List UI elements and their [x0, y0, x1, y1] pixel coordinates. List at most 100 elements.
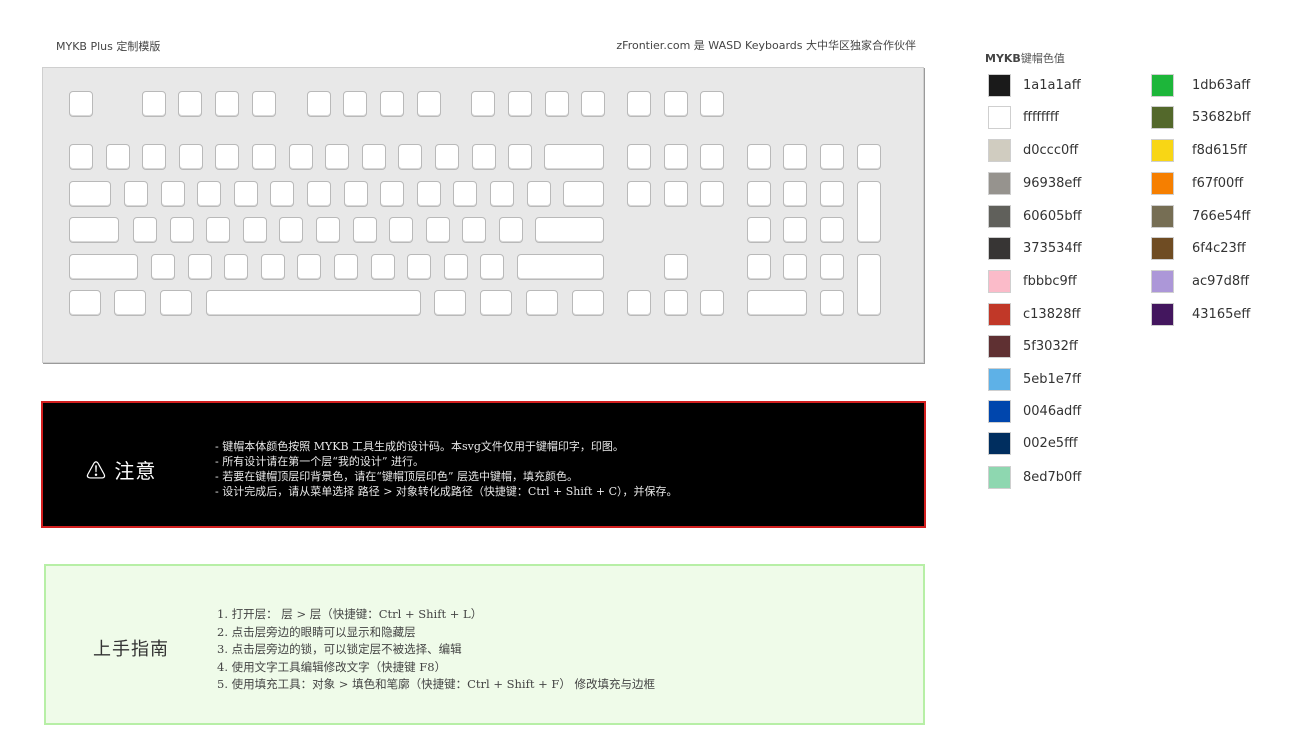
keycap	[435, 144, 459, 170]
keycap	[142, 144, 167, 170]
color-swatch	[1151, 303, 1174, 326]
color-swatch	[988, 106, 1011, 129]
guide-line: 2. 点击层旁边的眼睛可以显示和隐藏层	[217, 624, 416, 639]
keycap	[747, 290, 807, 316]
keycap	[252, 144, 276, 170]
color-swatch	[1151, 270, 1174, 293]
keycap	[545, 91, 569, 117]
keycap	[307, 181, 331, 207]
color-value-label: 43165eff	[1192, 307, 1251, 322]
keycap	[260, 254, 285, 280]
keycap	[857, 144, 881, 170]
color-value-label: ffffffff	[1023, 110, 1059, 125]
keycap	[316, 217, 340, 243]
keycap	[69, 254, 138, 280]
color-value-label: 373534ff	[1023, 241, 1082, 256]
keycap	[820, 144, 844, 170]
keycap	[471, 144, 496, 170]
keycap	[535, 217, 604, 243]
notice-line: - 若要在键帽顶层印背景色，请在“键帽顶层印色” 层选中键帽，填充颜色。	[215, 470, 578, 483]
keycap	[361, 144, 386, 170]
keycap	[215, 144, 240, 170]
color-value-label: fbbbc9ff	[1023, 274, 1077, 289]
keycap	[700, 144, 724, 170]
color-swatch	[988, 303, 1011, 326]
keycap	[352, 217, 377, 243]
color-value-label: 766e54ff	[1192, 209, 1251, 224]
keycap	[69, 91, 93, 117]
keycap	[499, 217, 523, 243]
keycap	[783, 181, 807, 207]
keycap	[151, 254, 175, 280]
guide-line: 1. 打开层： 层 > 层（快捷键：Ctrl + Shift + L）	[217, 607, 483, 621]
color-value-label: 6f4c23ff	[1192, 241, 1246, 256]
keycap	[783, 144, 807, 170]
keycap	[820, 254, 844, 280]
color-swatch	[988, 270, 1011, 293]
keycap	[700, 290, 724, 316]
color-value-label: 5f3032ff	[1023, 339, 1078, 354]
keycap	[627, 181, 651, 207]
keycap	[820, 217, 844, 243]
keycap	[343, 181, 368, 207]
keycap	[700, 181, 724, 207]
keycap	[462, 217, 487, 243]
guide-title: 上手指南	[93, 639, 169, 660]
keycap	[471, 91, 495, 117]
keycap	[627, 91, 651, 117]
keycap	[370, 254, 395, 280]
notice-line: - 所有设计请在第一个层“我的设计” 进行。	[215, 455, 424, 468]
keycap	[169, 217, 194, 243]
color-value-label: f67f00ff	[1192, 176, 1244, 191]
keyboard-template	[42, 67, 924, 363]
keycap	[252, 91, 276, 117]
guide-lines: 1. 打开层： 层 > 层（快捷键：Ctrl + Shift + L） 2. 点…	[217, 606, 655, 694]
palette-title-text: 键帽色值	[1020, 52, 1065, 65]
keycap	[160, 290, 192, 316]
keycap	[69, 290, 101, 316]
keycap	[197, 181, 222, 207]
keycap	[747, 144, 771, 170]
keycap	[443, 254, 468, 280]
keycap	[242, 217, 267, 243]
keycap	[325, 144, 350, 170]
notice-lines: - 键帽本体颜色按照 MYKB 工具生成的设计码。本svg文件仅用于键帽印字，印…	[215, 439, 678, 499]
keycap	[307, 91, 331, 117]
notice-title: ⚠ 注意	[86, 459, 157, 483]
keycap	[664, 144, 688, 170]
keycap	[783, 217, 807, 243]
keycap	[627, 144, 651, 170]
color-value-label: f8d615ff	[1192, 143, 1247, 158]
keycap	[572, 290, 604, 316]
keycap	[224, 254, 249, 280]
color-value-label: 53682bff	[1192, 110, 1251, 125]
palette-title-brand: MYKB	[985, 52, 1021, 65]
keycap	[380, 181, 405, 207]
notice-panel: ⚠ 注意 - 键帽本体颜色按照 MYKB 工具生成的设计码。本svg文件仅用于键…	[41, 401, 926, 528]
keycap	[581, 91, 605, 117]
color-swatch	[988, 432, 1011, 455]
palette-title: MYKB键帽色值	[985, 50, 1065, 66]
keycap	[297, 254, 322, 280]
color-value-label: 96938eff	[1023, 176, 1082, 191]
keycap	[105, 144, 130, 170]
color-swatch	[988, 139, 1011, 162]
keycap	[453, 181, 478, 207]
color-value-label: 8ed7b0ff	[1023, 470, 1082, 485]
color-value-label: 1a1a1aff	[1023, 78, 1081, 93]
keycap	[114, 290, 146, 316]
keycap	[334, 254, 358, 280]
keycap	[178, 91, 202, 117]
keycap	[279, 217, 304, 243]
keycap	[747, 181, 771, 207]
guide-line: 5. 使用填充工具：对象 > 填色和笔廓（快捷键：Ctrl + Shift + …	[217, 677, 656, 692]
color-swatch	[988, 335, 1011, 358]
keycap	[857, 254, 881, 316]
keycap	[434, 290, 466, 316]
keycap	[270, 181, 295, 207]
notice-line: - 键帽本体颜色按照 MYKB 工具生成的设计码。本svg文件仅用于键帽印字，印…	[215, 440, 624, 453]
keycap	[480, 290, 512, 316]
keycap	[343, 91, 367, 117]
notice-line: - 设计完成后，请从菜单选择 路径 > 对象转化成路径（快捷键：Ctrl + S…	[215, 485, 678, 498]
keycap	[820, 181, 844, 207]
